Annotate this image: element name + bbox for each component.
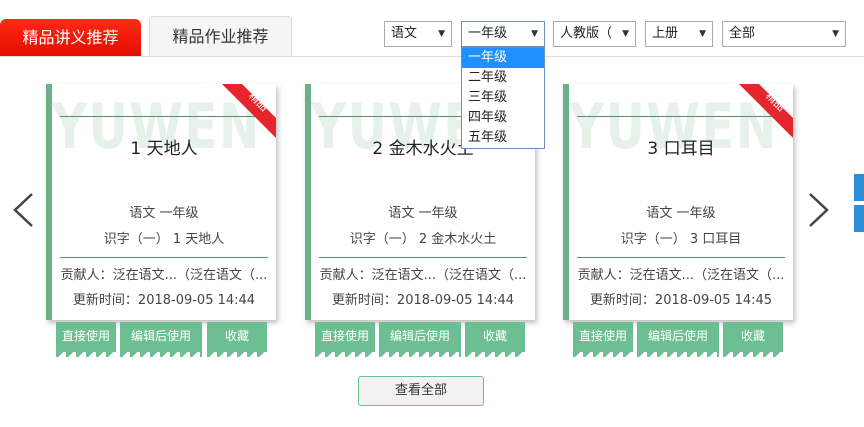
card-title[interactable]: 3 口耳目 [569, 134, 793, 159]
favorite-button[interactable]: 收藏 [465, 322, 525, 357]
card-contributor: 贡献人：泛在语文...（泛在语文（... [60, 268, 268, 283]
grade-option[interactable]: 一年级 [462, 48, 544, 68]
premium-ribbon: 精品 [222, 84, 276, 138]
card-contributor: 贡献人：泛在语文...（泛在语文（... [319, 268, 527, 283]
unit-select[interactable]: 全部 ▼ [722, 21, 846, 47]
edit-then-use-button[interactable]: 编辑后使用 [637, 322, 719, 357]
subject-select[interactable]: 语文 ▼ [384, 21, 452, 47]
grade-select[interactable]: 一年级 ▼ [461, 21, 545, 47]
divider [577, 257, 785, 258]
edition-select-value: 人教版（ [560, 26, 613, 41]
divider [60, 257, 268, 258]
lecture-card[interactable]: YUWEN 精品 1 天地人 语文 一年级 识字（一） 1 天地人 贡献人：泛在… [46, 84, 276, 320]
grade-option[interactable]: 二年级 [462, 68, 544, 88]
chevron-right-icon[interactable] [806, 192, 832, 228]
card-contributor: 贡献人：泛在语文...（泛在语文（... [577, 268, 785, 283]
card-lesson: 识字（一） 2 金木水火土 [349, 232, 497, 247]
view-all-button[interactable]: 查看全部 [358, 376, 484, 406]
card-subject-grade: 语文 一年级 [129, 206, 199, 221]
grade-option[interactable]: 五年级 [462, 128, 544, 148]
card-subject-grade: 语文 一年级 [388, 206, 458, 221]
subject-select-value: 语文 [391, 26, 418, 41]
grade-option[interactable]: 四年级 [462, 108, 544, 128]
chevron-left-icon[interactable] [10, 192, 36, 228]
card-lesson: 识字（一） 3 口耳目 [620, 232, 742, 247]
side-float-button[interactable] [854, 205, 864, 232]
use-directly-button[interactable]: 直接使用 [56, 322, 116, 357]
card-title[interactable]: 1 天地人 [52, 134, 276, 159]
volume-select-value: 上册 [652, 26, 679, 41]
edit-then-use-button[interactable]: 编辑后使用 [120, 322, 202, 357]
unit-select-value: 全部 [729, 26, 756, 41]
chevron-down-icon: ▼ [531, 29, 538, 39]
lecture-card[interactable]: YUWEN 精品 3 口耳目 语文 一年级 识字（一） 3 口耳目 贡献人：泛在… [563, 84, 793, 320]
favorite-button[interactable]: 收藏 [207, 322, 267, 357]
grade-select-value: 一年级 [468, 26, 508, 41]
edition-select[interactable]: 人教版（ ▼ [553, 21, 636, 47]
use-directly-button[interactable]: 直接使用 [315, 322, 375, 357]
volume-select[interactable]: 上册 ▼ [645, 21, 713, 47]
edit-then-use-button[interactable]: 编辑后使用 [379, 322, 461, 357]
favorite-button[interactable]: 收藏 [723, 322, 783, 357]
premium-ribbon: 精品 [739, 84, 793, 138]
chevron-down-icon: ▼ [699, 29, 706, 39]
divider [319, 257, 527, 258]
card-subject-grade: 语文 一年级 [646, 206, 716, 221]
tab-lecture-recommend[interactable]: 精品讲义推荐 [0, 19, 141, 56]
card-updated: 更新时间：2018-09-05 14:44 [72, 293, 256, 308]
chevron-down-icon: ▼ [832, 29, 839, 39]
card-updated: 更新时间：2018-09-05 14:44 [331, 293, 515, 308]
side-float-button[interactable] [854, 174, 864, 201]
card-lesson: 识字（一） 1 天地人 [103, 232, 225, 247]
grade-dropdown-list: 一年级 二年级 三年级 四年级 五年级 [461, 47, 545, 149]
chevron-down-icon: ▼ [622, 29, 629, 39]
grade-option[interactable]: 三年级 [462, 88, 544, 108]
use-directly-button[interactable]: 直接使用 [573, 322, 633, 357]
chevron-down-icon: ▼ [438, 29, 445, 39]
card-updated: 更新时间：2018-09-05 14:45 [589, 293, 773, 308]
tab-homework-recommend[interactable]: 精品作业推荐 [149, 16, 292, 56]
